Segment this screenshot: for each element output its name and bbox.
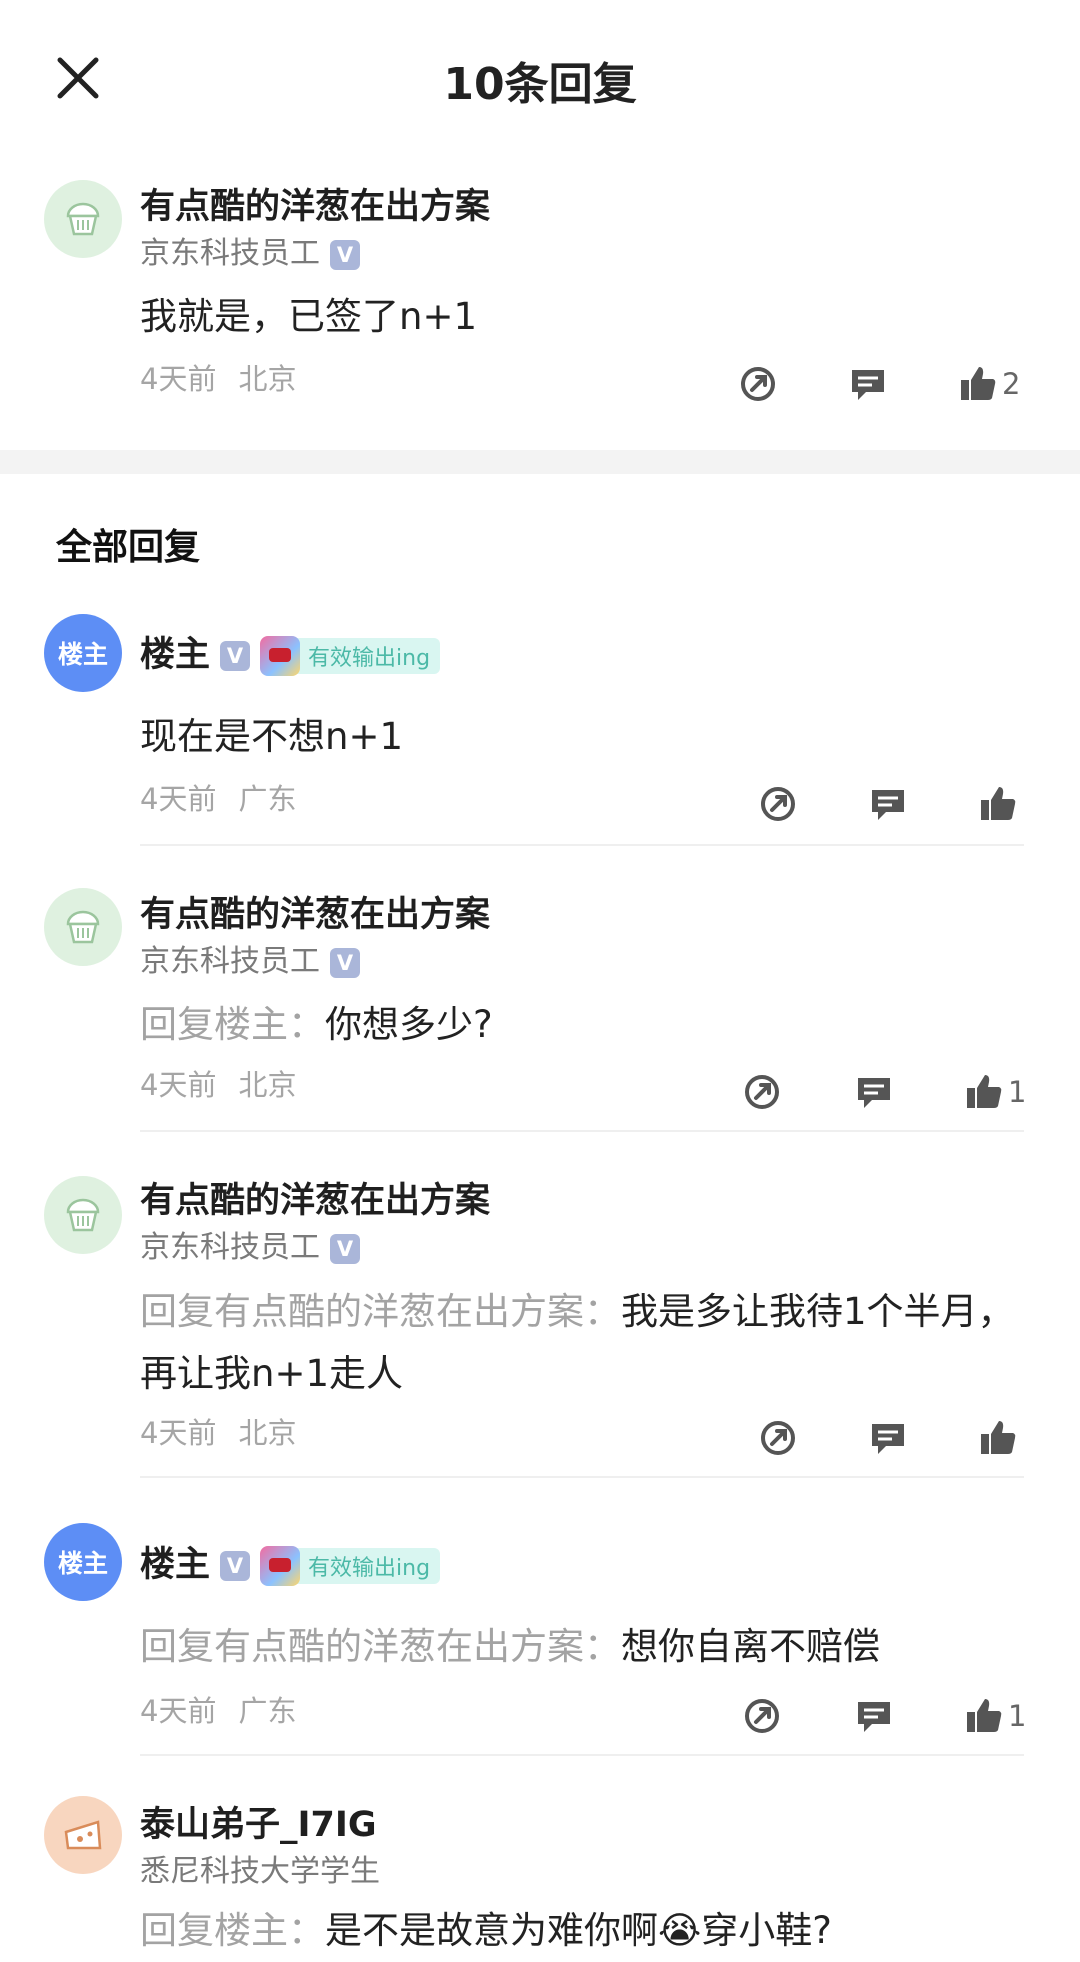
- reply-actions: 1: [0, 1070, 1080, 1114]
- verified-badge: V: [220, 641, 251, 671]
- comment-icon: [852, 370, 884, 400]
- comment-content: 我就是，已签了n+1: [140, 295, 477, 338]
- share-icon: [745, 1075, 779, 1109]
- verified-badge: V: [220, 1551, 251, 1581]
- comment-button[interactable]: [848, 362, 888, 406]
- author-affiliation: 京东科技员工: [140, 236, 320, 271]
- reply-content: 回复有点酷的洋葱在出方案：我是多让我待1个半月，再让我n+1走人: [140, 1281, 1020, 1405]
- share-button[interactable]: [742, 1694, 782, 1738]
- user-tag[interactable]: 有效输出ing: [260, 636, 441, 676]
- comment-icon: [872, 1424, 904, 1454]
- share-icon: [745, 1699, 779, 1733]
- author-name-text[interactable]: 楼主: [140, 1545, 210, 1585]
- thumbs-up-icon: [967, 1699, 1002, 1732]
- comment-button[interactable]: [854, 1694, 894, 1738]
- author-subtitle: 悉尼科技大学学生: [140, 1846, 380, 1890]
- reply-text: 是不是故意为难你啊😭穿小鞋?: [325, 1909, 832, 1952]
- share-icon: [761, 787, 795, 821]
- avatar-text: 楼主: [57, 640, 108, 669]
- author-subtitle: 京东科技员工 V: [140, 1222, 360, 1266]
- avatar[interactable]: 楼主: [44, 1523, 122, 1601]
- author-subtitle: 京东科技员工 V: [140, 228, 360, 272]
- share-button[interactable]: [758, 1416, 798, 1460]
- muffin-avatar-icon: [66, 1198, 100, 1232]
- author-affiliation: 悉尼科技大学学生: [140, 1854, 380, 1889]
- avatar[interactable]: 楼主: [44, 614, 122, 692]
- comment-icon: [858, 1078, 890, 1108]
- divider: [140, 1754, 1024, 1756]
- thumbs-up-icon: [961, 367, 996, 400]
- author-name[interactable]: 有点酷的洋葱在出方案: [140, 178, 490, 229]
- author-affiliation: 京东科技员工: [140, 1230, 320, 1265]
- reply-actions: [0, 1416, 1080, 1460]
- divider: [140, 1476, 1024, 1478]
- reply-text: 现在是不想n+1: [140, 715, 403, 758]
- divider: [140, 844, 1024, 846]
- top-bar: 10条回复: [0, 0, 1080, 150]
- author-name[interactable]: 有点酷的洋葱在出方案: [140, 1172, 490, 1223]
- author-name: 楼主 V 有效输出ing: [140, 626, 441, 677]
- share-button[interactable]: [738, 362, 778, 406]
- comment-button[interactable]: [854, 1070, 894, 1114]
- reply-prefix: 回复楼主：: [140, 1003, 325, 1046]
- section-divider: [0, 450, 1080, 474]
- share-button[interactable]: [758, 782, 798, 826]
- user-tag[interactable]: 有效输出ing: [260, 1546, 441, 1586]
- tag-icon: [260, 636, 301, 676]
- comment-icon: [872, 790, 904, 820]
- like-button[interactable]: 1: [964, 1694, 1026, 1738]
- share-icon: [761, 1421, 795, 1455]
- like-button[interactable]: 2: [958, 362, 1020, 406]
- thumbs-up-icon: [967, 1075, 1002, 1108]
- like-count: 2: [1002, 367, 1021, 401]
- comment-button[interactable]: [868, 1416, 908, 1460]
- tag-text: 有效输出ing: [308, 646, 431, 671]
- verified-badge: V: [330, 1233, 360, 1264]
- verified-badge: V: [330, 947, 360, 978]
- share-button[interactable]: [742, 1070, 782, 1114]
- reply-content: 回复有点酷的洋葱在出方案：想你自离不赔偿: [140, 1616, 1020, 1678]
- reply-content: 回复楼主：你想多少?: [140, 994, 1020, 1056]
- reply-actions: [0, 782, 1080, 826]
- reply-content: 回复楼主：是不是故意为难你啊😭穿小鞋?: [140, 1900, 1020, 1962]
- share-icon: [741, 367, 775, 401]
- reply-content: 现在是不想n+1: [140, 706, 1020, 768]
- reply-text: 你想多少?: [325, 1003, 493, 1046]
- avatar[interactable]: [44, 1796, 122, 1874]
- author-affiliation: 京东科技员工: [140, 944, 320, 979]
- verified-badge: V: [330, 239, 360, 270]
- reply-prefix: 回复有点酷的洋葱在出方案：: [140, 1290, 621, 1333]
- like-button[interactable]: 1: [964, 1070, 1026, 1114]
- comment-button[interactable]: [868, 782, 908, 826]
- avatar[interactable]: [44, 888, 122, 966]
- tag-text: 有效输出ing: [308, 1556, 431, 1581]
- section-title: 全部回复: [56, 527, 201, 568]
- reply-prefix: 回复楼主：: [140, 1909, 325, 1952]
- like-count: 1: [1008, 1699, 1027, 1733]
- reply-text: 想你自离不赔偿: [621, 1625, 880, 1668]
- reply-prefix: 回复有点酷的洋葱在出方案：: [140, 1625, 621, 1668]
- cheese-avatar-icon: [64, 1820, 102, 1850]
- comment-actions: 2: [0, 362, 1080, 406]
- reply-actions: 1: [0, 1694, 1080, 1738]
- thumbs-up-icon: [981, 1421, 1016, 1454]
- muffin-avatar-icon: [66, 910, 100, 944]
- thumbs-up-icon: [981, 787, 1016, 820]
- divider: [140, 1130, 1024, 1132]
- avatar[interactable]: [44, 1176, 122, 1254]
- avatar-text: 楼主: [57, 1549, 108, 1578]
- like-button[interactable]: [978, 782, 1022, 826]
- like-count: 1: [1008, 1075, 1027, 1109]
- author-name: 楼主 V 有效输出ing: [140, 1536, 441, 1587]
- author-name[interactable]: 有点酷的洋葱在出方案: [140, 886, 490, 937]
- muffin-avatar-icon: [66, 202, 100, 236]
- avatar[interactable]: [44, 180, 122, 258]
- author-name-text[interactable]: 楼主: [140, 635, 210, 675]
- tag-icon: [260, 1546, 301, 1586]
- page-title: 10条回复: [443, 59, 637, 110]
- like-button[interactable]: [978, 1416, 1022, 1460]
- author-name[interactable]: 泰山弟子_I7IG: [140, 1796, 377, 1847]
- author-subtitle: 京东科技员工 V: [140, 936, 360, 980]
- comment-icon: [858, 1702, 890, 1732]
